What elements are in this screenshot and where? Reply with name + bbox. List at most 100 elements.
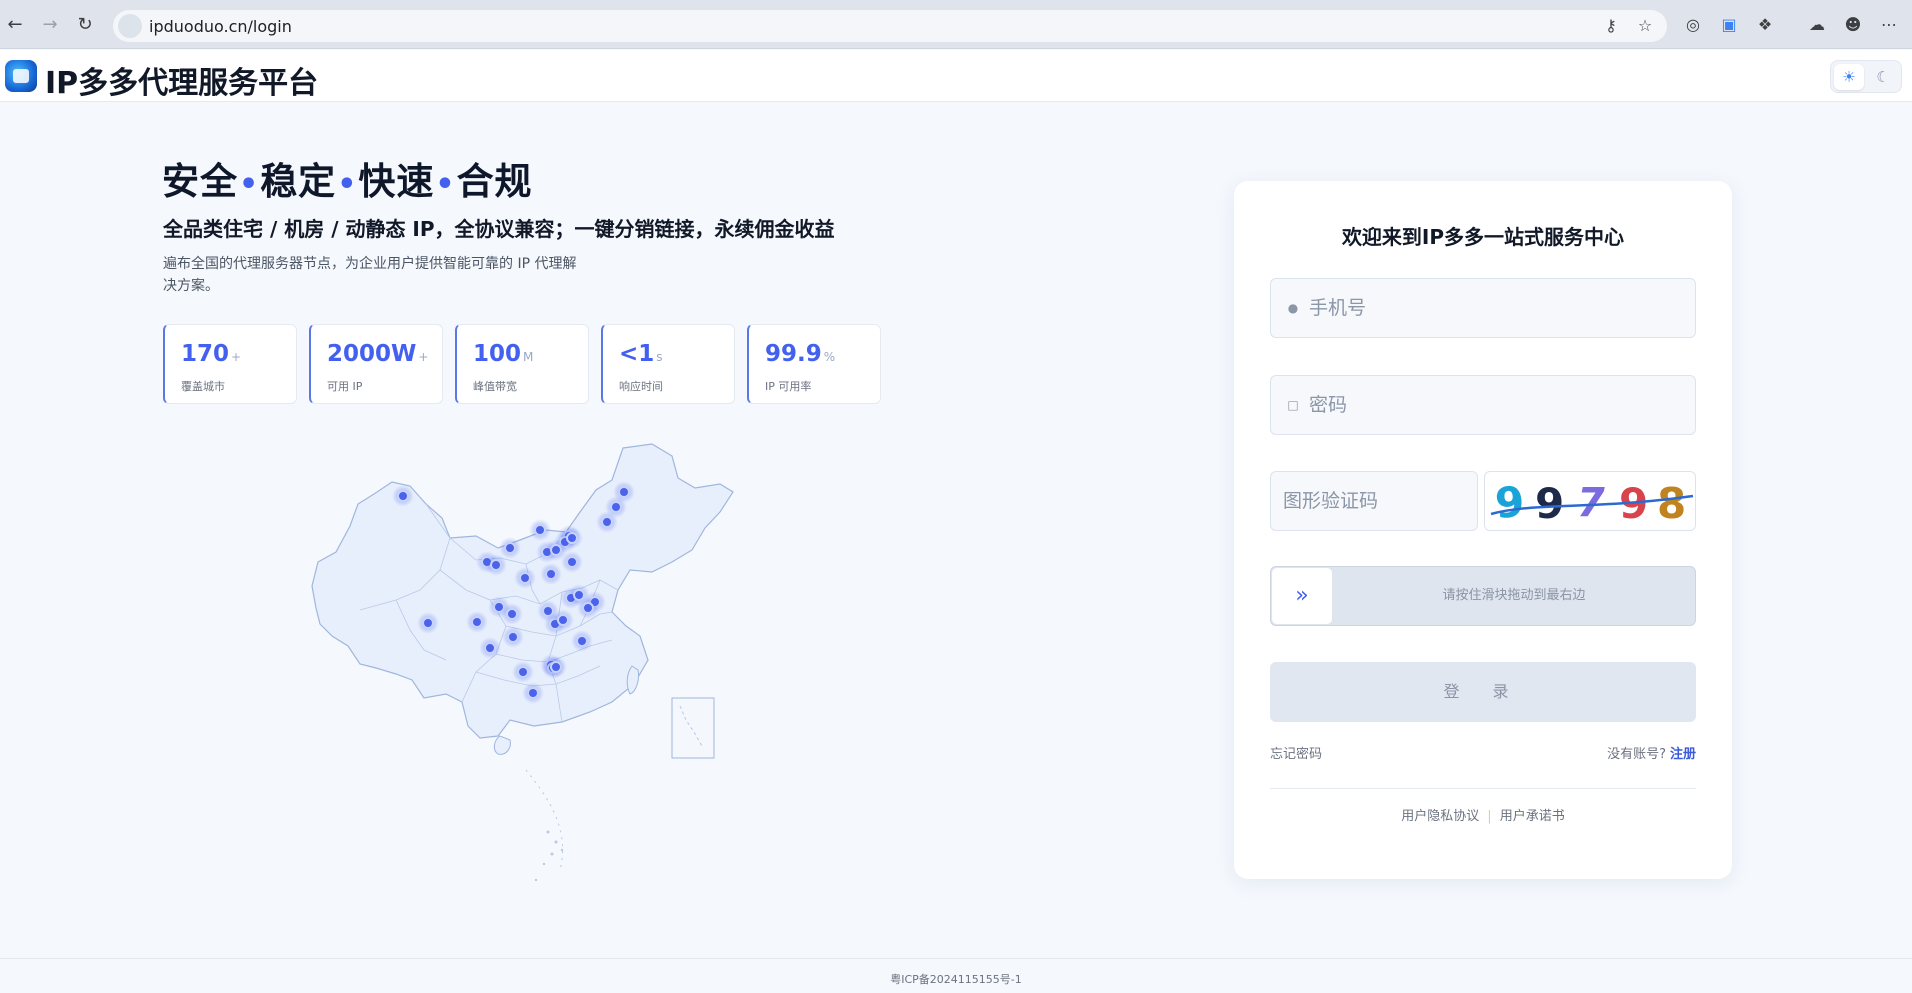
server-node-marker — [550, 661, 562, 673]
stat-card: <1 s 响应时间 — [601, 324, 735, 404]
server-node-marker — [397, 490, 409, 502]
stat-unit: + — [231, 350, 242, 364]
stat-label: 峰值带宽 — [473, 380, 517, 393]
tagline-item: 安全 — [162, 160, 238, 203]
server-node-marker — [517, 666, 529, 678]
menu-dots-icon[interactable]: ⋯ — [1878, 14, 1900, 36]
browser-toolbar: ← → ↻ ipduoduo.cn/login ⚷ ☆ ◎ ▣ ❖ ☁ ☻ ⋯ — [0, 0, 1912, 49]
reload-icon[interactable]: ↻ — [73, 13, 97, 37]
slide-verify[interactable]: » 请按住滑块拖动到最右边 — [1270, 566, 1696, 626]
address-bar[interactable]: ipduoduo.cn/login ⚷ ☆ — [113, 10, 1667, 42]
policy-links: 用户隐私协议 | 用户承诺书 — [1234, 805, 1732, 824]
stat-value: 2000W + — [327, 341, 429, 367]
server-node-marker — [507, 631, 519, 643]
tagline-item: 合规 — [456, 160, 533, 203]
forward-icon[interactable]: → — [38, 13, 62, 37]
captcha-char: 7 — [1577, 480, 1605, 526]
phone-field[interactable]: ● — [1270, 278, 1696, 338]
site-logo[interactable] — [5, 60, 37, 92]
site-info-icon[interactable] — [118, 14, 142, 38]
site-title[interactable]: IP多多代理服务平台 — [45, 58, 318, 102]
page-footer: 粤ICP备2024115155号-1 — [0, 958, 1912, 993]
password-field[interactable]: □ — [1270, 375, 1696, 435]
captcha-field[interactable] — [1270, 471, 1478, 531]
login-card: 欢迎来到IP多多一站式服务中心 ● □ 9 9 7 9 8 » 请按住滑块拖动到… — [1234, 181, 1732, 879]
site-header: IP多多代理服务平台 ☀ ☾ — [0, 50, 1912, 102]
server-node-marker — [610, 501, 622, 513]
phone-input[interactable] — [1309, 279, 1679, 337]
divider — [1270, 788, 1696, 789]
stat-label: 覆盖城市 — [181, 380, 225, 393]
stat-card: 170 + 覆盖城市 — [163, 324, 297, 404]
server-node-marker — [545, 568, 557, 580]
privacy-policy-link[interactable]: 用户隐私协议 — [1401, 809, 1479, 824]
tagline-dot: • — [337, 167, 358, 202]
tagline-item: 稳定 — [260, 160, 337, 203]
tagline-item: 快速 — [358, 160, 435, 203]
south-sea-inset — [671, 697, 715, 759]
login-title: 欢迎来到IP多多一站式服务中心 — [1341, 225, 1625, 249]
hero-tagline: 安全•稳定•快速•合规 — [162, 151, 533, 205]
stat-unit: M — [523, 350, 534, 364]
stat-value: 100 M — [473, 341, 534, 367]
server-node-marker — [490, 559, 502, 571]
theme-toggle: ☀ ☾ — [1830, 60, 1902, 93]
server-node-marker — [471, 616, 483, 628]
server-node-marker — [582, 602, 594, 614]
server-node-marker — [601, 516, 613, 528]
server-node-marker — [519, 572, 531, 584]
captcha-char: 9 — [1493, 477, 1526, 528]
sun-icon[interactable]: ☀ — [1834, 64, 1864, 90]
cloud-icon[interactable]: ☁ — [1806, 14, 1828, 36]
back-icon[interactable]: ← — [3, 13, 27, 37]
key-icon[interactable]: ⚷ — [1601, 16, 1621, 36]
register-prompt: 没有账号? 注册 — [1607, 743, 1696, 762]
user-icon: ● — [1287, 301, 1299, 315]
hainan-island — [493, 735, 511, 755]
captcha-image[interactable]: 9 9 7 9 8 — [1484, 471, 1696, 531]
stat-card: 100 M 峰值带宽 — [455, 324, 589, 404]
register-link[interactable]: 注册 — [1670, 747, 1696, 762]
user-commitment-link[interactable]: 用户承诺书 — [1500, 809, 1565, 824]
stat-value: 170 + — [181, 341, 242, 367]
password-input[interactable] — [1309, 376, 1679, 434]
no-account-text: 没有账号? — [1607, 747, 1666, 762]
captcha-input[interactable] — [1283, 472, 1473, 530]
server-node-marker — [550, 544, 562, 556]
stat-label: IP 可用率 — [765, 380, 812, 393]
server-node-marker — [484, 642, 496, 654]
server-node-marker — [422, 617, 434, 629]
stat-unit: + — [418, 350, 429, 364]
stat-label: 响应时间 — [619, 380, 663, 393]
server-node-marker — [534, 524, 546, 536]
stat-card: 2000W + 可用 IP — [309, 324, 443, 404]
slider-hint: 请按住滑块拖动到最右边 — [1442, 588, 1586, 603]
url-text[interactable]: ipduoduo.cn/login — [149, 17, 292, 36]
cast-icon[interactable]: ◎ — [1682, 14, 1704, 36]
bookmark-star-icon[interactable]: ☆ — [1635, 16, 1655, 36]
profile-icon[interactable]: ☻ — [1842, 14, 1864, 36]
login-button[interactable]: 登 录 — [1270, 662, 1696, 722]
extensions-puzzle-icon[interactable]: ❖ — [1754, 14, 1776, 36]
moon-icon[interactable]: ☾ — [1868, 64, 1898, 90]
stat-value: <1 s — [619, 341, 663, 367]
server-node-marker — [576, 635, 588, 647]
separator: | — [1487, 809, 1492, 824]
lock-icon: □ — [1287, 398, 1299, 412]
hero-subtitle: 全品类住宅 / 机房 / 动静态 IP，全协议兼容；一键分销链接，永续佣金收益 — [163, 217, 835, 241]
tagline-dot: • — [239, 167, 260, 202]
captcha-char: 8 — [1657, 479, 1686, 528]
server-node-marker — [506, 608, 518, 620]
server-node-marker — [566, 556, 578, 568]
slider-handle-chevron-icon[interactable]: » — [1272, 568, 1332, 624]
server-node-marker — [504, 542, 516, 554]
forgot-password-link[interactable]: 忘记密码 — [1270, 743, 1322, 762]
captcha-graphic[interactable]: 9 9 7 9 8 — [1485, 472, 1696, 531]
stat-label: 可用 IP — [327, 380, 363, 393]
stat-card: 99.9% IP 可用率 — [747, 324, 881, 404]
captcha-char: 9 — [1535, 479, 1564, 528]
server-node-marker — [527, 687, 539, 699]
stat-unit: s — [656, 350, 663, 364]
icp-record[interactable]: 粤ICP备2024115155号-1 — [0, 971, 1912, 987]
extension-translate-icon[interactable]: ▣ — [1718, 14, 1740, 36]
